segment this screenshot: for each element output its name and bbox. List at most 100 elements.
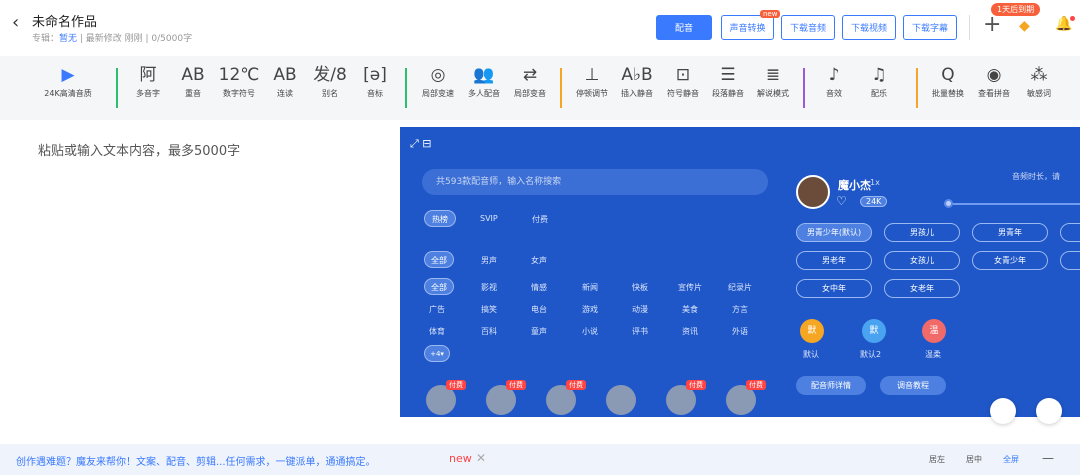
tool-phonetic[interactable]: [ə] 音标 (350, 62, 400, 99)
eye-icon: ◉ (986, 65, 1002, 85)
tool-batch-replace[interactable]: Q 批量替换 (923, 62, 973, 99)
category-item[interactable]: 评书 (632, 326, 648, 337)
gender-all[interactable]: 全部 (424, 251, 454, 268)
voice-search-input[interactable]: 共593款配音师，输入名称搜索 (422, 169, 768, 195)
tool-number[interactable]: 12℃ 数字符号 (214, 62, 264, 99)
speed-icon: ◎ (430, 65, 446, 85)
category-item[interactable]: 影视 (481, 282, 497, 293)
paragraph-silence-icon: ☰ (720, 65, 736, 85)
quality-badge: 24K (860, 196, 888, 207)
style-item[interactable]: 女青少年 (972, 251, 1048, 270)
category-more[interactable]: +4▾ (424, 345, 450, 362)
category-item[interactable]: 外语 (732, 326, 748, 337)
category-item[interactable]: 童声 (531, 326, 547, 337)
bell-icon[interactable]: 🔔 (1055, 16, 1076, 32)
back-icon[interactable]: ‹ (12, 12, 19, 33)
vip-gem-icon[interactable]: ◆ (1019, 18, 1030, 34)
tool-local-voice[interactable]: ⇄ 局部变音 (505, 62, 555, 99)
dub-button[interactable]: 配音 (656, 15, 712, 40)
category-item[interactable]: 美食 (682, 304, 698, 315)
category-item[interactable]: 新闻 (582, 282, 598, 293)
tool-pause[interactable]: ⊥ 停顿调节 (567, 62, 617, 99)
download-audio-button[interactable]: 下载音频 (781, 15, 835, 40)
emotion-label: 温柔 (925, 350, 941, 359)
emotion-default-icon[interactable]: 默 (800, 319, 824, 343)
gender-female[interactable]: 女声 (531, 255, 547, 266)
paid-badge: 付费 (746, 380, 766, 390)
category-item[interactable]: 宣传片 (678, 282, 702, 293)
category-item[interactable]: 纪录片 (728, 282, 752, 293)
tool-sound-effect[interactable]: ♪ 音效 (809, 62, 859, 99)
category-item[interactable]: 搞笑 (481, 304, 497, 315)
tab-svip[interactable]: SVIP (480, 214, 498, 223)
emotion-default2-icon[interactable]: 默 (862, 319, 886, 343)
floating-button[interactable] (1036, 398, 1062, 424)
tool-music[interactable]: ♫ 配乐 (854, 62, 904, 99)
minimize-icon[interactable]: — (1042, 451, 1054, 465)
tool-24k[interactable]: ▶ 24K高清音质 (43, 62, 93, 99)
tool-narration[interactable]: ≣ 解说模式 (748, 62, 798, 99)
category-item[interactable]: 小说 (582, 326, 598, 337)
category-item[interactable]: 体育 (429, 326, 445, 337)
align-left-button[interactable]: 居左 (929, 454, 945, 465)
emotion-gentle-icon[interactable]: 温 (922, 319, 946, 343)
download-video-button[interactable]: 下载视频 (842, 15, 896, 40)
tool-stress[interactable]: AB 重音 (168, 62, 218, 99)
style-item[interactable]: 女孩儿 (884, 251, 960, 270)
style-item[interactable]: 女老年 (884, 279, 960, 298)
download-subtitle-button[interactable]: 下载字幕 (903, 15, 957, 40)
tool-alias[interactable]: 发/8 别名 (305, 62, 355, 99)
category-item[interactable]: 游戏 (582, 304, 598, 315)
new-badge: new (760, 10, 781, 18)
tool-polyphone[interactable]: 阿多音字 (123, 62, 173, 99)
symbol-silence-icon: ⊡ (675, 65, 691, 85)
number-icon: 12℃ (218, 65, 260, 85)
tool-sensitive[interactable]: ⁂ 敏感词 (1014, 62, 1064, 99)
tool-local-speed[interactable]: ◎ 局部变速 (413, 62, 463, 99)
voice-convert-button[interactable]: 声音转换 (721, 15, 774, 40)
style-item[interactable]: 男孩儿 (884, 223, 960, 242)
category-item[interactable]: 广告 (429, 304, 445, 315)
style-item[interactable]: 男老年 (796, 251, 872, 270)
voice-detail-button[interactable]: 配音师详情 (796, 376, 866, 395)
fullscreen-button[interactable]: 全屏 (1003, 454, 1019, 465)
avatar[interactable] (606, 385, 636, 415)
floating-button[interactable] (990, 398, 1016, 424)
align-center-button[interactable]: 居中 (966, 454, 982, 465)
style-item[interactable]: 男青少年(默认) (796, 223, 872, 242)
duration-slider[interactable] (944, 203, 1080, 205)
style-item[interactable] (1060, 251, 1080, 270)
tool-liaison[interactable]: AB 连读 (260, 62, 310, 99)
category-item[interactable]: 动漫 (632, 304, 648, 315)
album-link[interactable]: 暂无 (59, 34, 77, 44)
tab-paid[interactable]: 付费 (532, 214, 548, 225)
style-item[interactable] (1060, 223, 1080, 242)
panel-controls-icon[interactable]: ⤢ ⊟ (410, 137, 432, 151)
tool-pinyin[interactable]: ◉ 查看拼音 (969, 62, 1019, 99)
slider-handle[interactable] (944, 199, 953, 208)
style-item[interactable]: 女中年 (796, 279, 872, 298)
category-item[interactable]: 电台 (531, 304, 547, 315)
tool-multi-voice[interactable]: 👥 多人配音 (459, 62, 509, 99)
category-item[interactable]: 资讯 (682, 326, 698, 337)
divider (405, 68, 407, 108)
text-editor[interactable]: 粘贴或输入文本内容，最多5000字 (38, 140, 240, 159)
close-icon[interactable]: ✕ (476, 451, 486, 465)
tuning-tutorial-button[interactable]: 调音教程 (880, 376, 946, 395)
tab-hot[interactable]: 热榜 (424, 210, 456, 227)
duration-label: 音频时长，请 (1012, 172, 1060, 181)
gender-male[interactable]: 男声 (481, 255, 497, 266)
style-item[interactable]: 男青年 (972, 223, 1048, 242)
page-title[interactable]: 未命名作品 (32, 11, 97, 30)
category-item[interactable]: 方言 (732, 304, 748, 315)
promo-link[interactable]: 创作遇难题？魔友来帮你！文案、配音、剪辑...任何需求，一键派单，通通搞定。 (16, 453, 376, 468)
category-item[interactable]: 情感 (531, 282, 547, 293)
voice-avatar[interactable] (796, 175, 830, 209)
tool-insert-silence[interactable]: A♭B 插入静音 (612, 62, 662, 99)
tool-symbol-silence[interactable]: ⊡ 符号静音 (658, 62, 708, 99)
heart-icon[interactable]: ♡ (836, 194, 847, 208)
category-item[interactable]: 快板 (632, 282, 648, 293)
tool-paragraph-silence[interactable]: ☰ 段落静音 (703, 62, 753, 99)
category-item[interactable]: 百科 (481, 326, 497, 337)
category-item[interactable]: 全部 (424, 278, 454, 295)
